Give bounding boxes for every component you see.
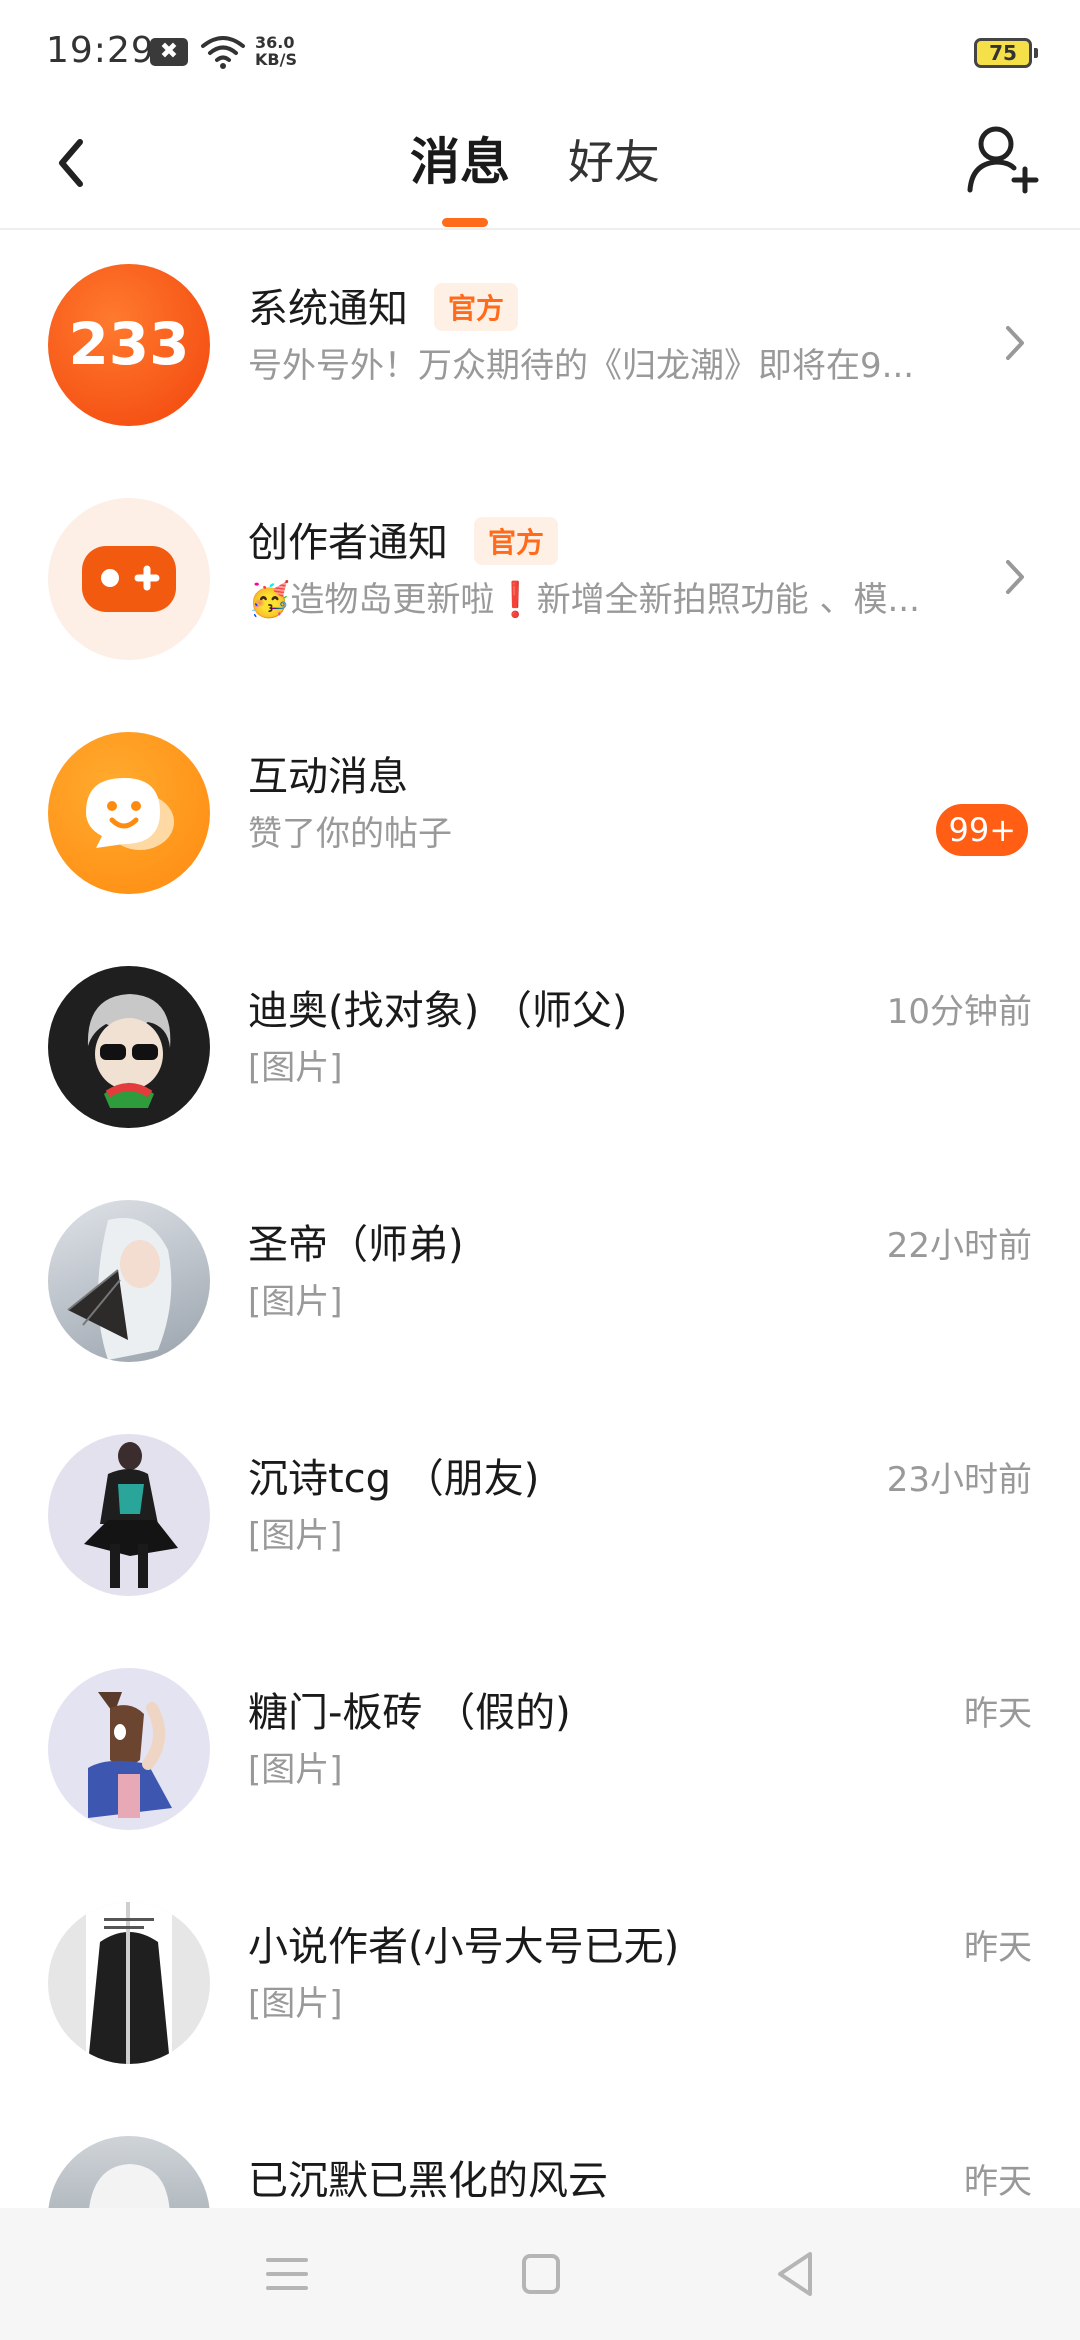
chevron-right-icon [1006,560,1024,594]
avatar [48,732,210,894]
status-bar: 19:29 ✖ 36.0 KB/S 75 [0,0,1080,100]
233-logo-icon: 233 [68,310,189,378]
message-title: 创作者通知 官方 [248,510,559,568]
message-title: 沉诗tcg （朋友) [248,1456,540,1502]
message-title: 迪奥(找对象) （师父) [248,988,628,1034]
message-preview: [图片] [248,1048,343,1088]
233-logo-text: 233 [68,310,189,378]
avatar-image [87,994,171,1108]
list-item-system-notice[interactable]: 233 系统通知 官方 号外号外！万众期待的《归龙潮》即将在9... [0,232,1080,466]
list-item-chat[interactable]: 迪奥(找对象) （师父) [图片] 10分钟前 [0,934,1080,1168]
message-title: 系统通知 官方 [248,276,519,334]
list-item-creator-notice[interactable]: 创作者通知 官方 🥳造物岛更新啦❗新增全新拍照功能 、模... [0,466,1080,700]
message-time: 昨天 [964,1928,1032,1968]
menu-icon[interactable] [252,2242,322,2306]
message-title: 小说作者(小号大号已无) [248,1924,680,1970]
official-badge: 官方 [434,283,519,331]
message-preview: [图片] [248,1282,343,1322]
message-preview: 🥳造物岛更新啦❗新增全新拍照功能 、模... [248,580,920,620]
message-title: 糖门-板砖 （假的) [248,1690,571,1736]
chevron-right-icon [1006,326,1024,360]
chat-bubble-icon [86,778,174,850]
list-item-interactions[interactable]: 互动消息 赞了你的帖子 99+ [0,700,1080,934]
message-time: 22小时前 [886,1226,1032,1266]
gamepad-icon [82,546,176,612]
avatar-image [88,1692,172,1818]
system-nav-bar [0,2208,1080,2340]
active-tab-indicator [442,218,488,227]
avatar: 233 [48,264,210,426]
home-square-icon[interactable] [506,2242,576,2306]
message-time: 昨天 [964,2162,1032,2202]
list-item-chat[interactable]: 小说作者(小号大号已无) [图片] 昨天 [0,1870,1080,2104]
avatar [48,1668,210,1830]
avatar-image [86,1902,172,2064]
official-badge: 官方 [474,517,559,565]
message-preview: [图片] [248,1984,343,2024]
network-speed: 36.0 KB/S [255,34,297,68]
message-title-text: 系统通知 [248,286,408,332]
message-title: 已沉默已黑化的风云 [248,2158,608,2204]
status-time: 19:29 [46,30,155,71]
message-time: 23小时前 [886,1460,1032,1500]
back-triangle-icon[interactable] [760,2242,830,2306]
wifi-icon [201,36,245,69]
message-title-text: 创作者通知 [248,520,448,566]
message-preview: [图片] [248,1750,343,1790]
battery-indicator: 75 [974,38,1038,68]
list-item-chat[interactable]: 圣帝（师弟) [图片] 22小时前 [0,1168,1080,1402]
unread-count-badge: 99+ [936,804,1028,856]
network-speed-value: 36.0 [255,33,295,52]
message-time: 昨天 [964,1694,1032,1734]
message-preview: 号外号外！万众期待的《归龙潮》即将在9... [248,346,915,386]
tab-friends[interactable]: 好友 [568,126,660,192]
list-item-chat[interactable]: 沉诗tcg （朋友) [图片] 23小时前 [0,1402,1080,1636]
network-speed-unit: KB/S [255,50,297,69]
tab-messages[interactable]: 消息 [410,122,510,194]
avatar [48,966,210,1128]
header: 消息 好友 [0,100,1080,230]
tab-bar: 消息 好友 [0,100,1080,230]
add-friend-icon[interactable] [964,120,1040,200]
notification-icon: ✖ [150,38,188,66]
message-preview: 赞了你的帖子 [248,814,452,854]
list-item-chat[interactable]: 糖门-板砖 （假的) [图片] 昨天 [0,1636,1080,1870]
avatar [48,498,210,660]
message-preview: [图片] [248,1516,343,1556]
avatar [48,1902,210,2064]
message-time: 10分钟前 [886,992,1032,1032]
message-title: 互动消息 [248,754,408,800]
avatar-image [84,1442,178,1588]
avatar [48,1434,210,1596]
avatar-image [67,1218,172,1360]
avatar [48,1200,210,1362]
message-title: 圣帝（师弟) [248,1222,464,1268]
